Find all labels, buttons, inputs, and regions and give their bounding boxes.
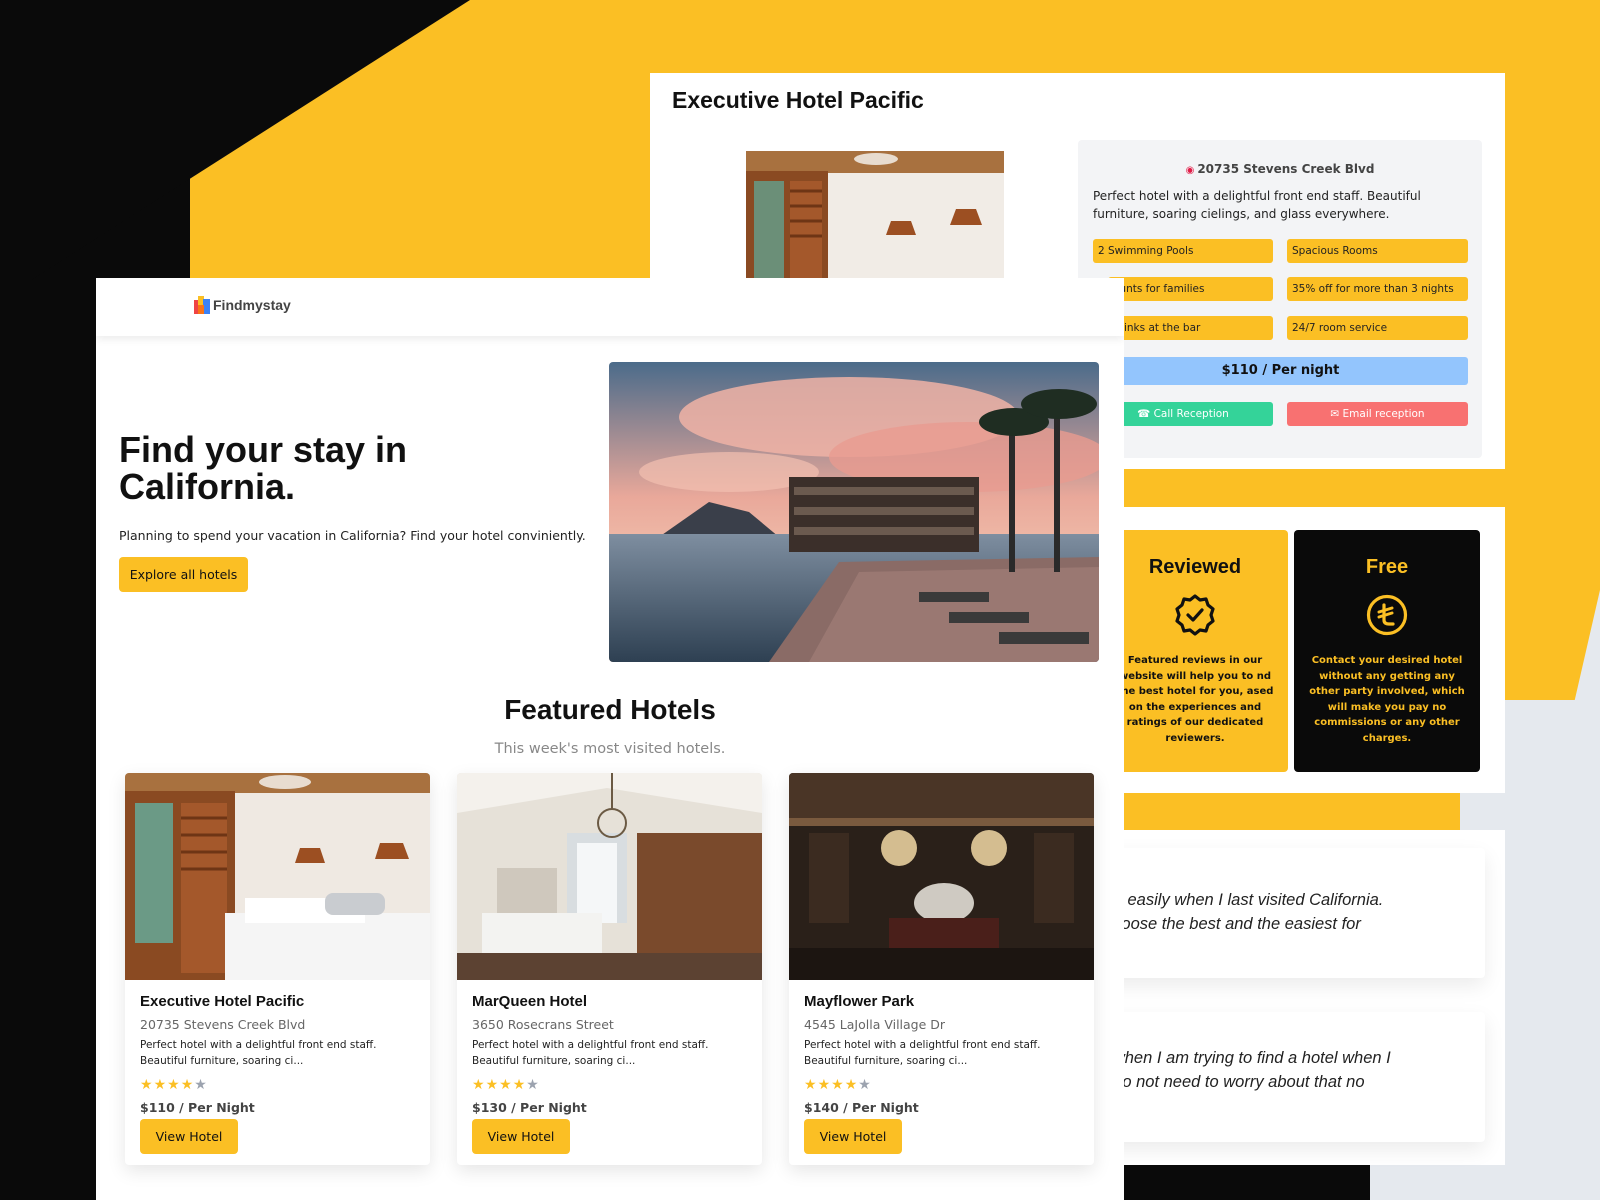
view-hotel-button[interactable]: View Hotel [804,1119,902,1154]
hotel-rating: ★★★★★ [140,1077,208,1093]
currency-badge-icon [1365,593,1409,637]
hotel-card-image [125,773,430,980]
decor-yellow-strip [1100,793,1378,829]
hotel-card: Mayflower Park 4545 LaJolla Village Dr P… [789,773,1094,1165]
call-reception-label: Call Reception [1153,408,1229,420]
background-black-bottom [1120,1165,1390,1200]
detail-price: $110 / Per night [1093,357,1468,385]
hotel-card: Executive Hotel Pacific 20735 Stevens Cr… [125,773,430,1165]
feature-card-reviewed: Reviewed Featured reviews in our website… [1102,530,1288,772]
star-filled-icon: ★ [153,1077,168,1093]
landing-page-window: Findmystay Find your stay in California.… [96,278,1124,1200]
testimonial-line: y when I am trying to find a hotel when … [1100,1049,1391,1067]
star-filled-icon: ★ [140,1077,154,1093]
amenity-tag: Spacious Rooms [1287,239,1468,263]
hotel-description: Perfect hotel with a delightful front en… [472,1039,709,1067]
top-navbar: Findmystay [96,278,1124,336]
email-reception-button[interactable]: ✉ Email reception [1287,402,1468,426]
hotel-name: Mayflower Park [804,993,915,1010]
envelope-icon: ✉ [1330,408,1343,420]
testimonial-text: ery easily when I last visited Californi… [1100,888,1485,936]
hotel-card: MarQueen Hotel 3650 Rosecrans Street Per… [457,773,762,1165]
star-filled-icon: ★ [512,1077,527,1093]
detail-address: ◉ 20735 Stevens Creek Blvd [1078,162,1482,176]
hotel-price: $130 / Per Night [472,1100,587,1115]
feature-text: Featured reviews in our website will hel… [1116,655,1274,744]
star-empty-icon: ★ [526,1077,540,1093]
phone-icon: ☎ [1137,408,1154,420]
star-empty-icon: ★ [194,1077,208,1093]
background-left-band [0,280,96,1200]
hotel-rating: ★★★★★ [472,1077,540,1093]
hero-title: Find your stay in California. [119,429,408,507]
explore-hotels-button[interactable]: Explore all hotels [119,557,248,592]
hotel-description: Perfect hotel with a delightful front en… [804,1039,1041,1067]
amenity-tag: 2 Swimming Pools [1093,239,1273,263]
features-panel: Reviewed Featured reviews in our website… [1100,507,1505,793]
view-hotel-button[interactable]: View Hotel [140,1119,238,1154]
testimonial-text: y when I am trying to find a hotel when … [1100,1046,1485,1094]
view-hotel-button[interactable]: View Hotel [472,1119,570,1154]
hotel-address: 3650 Rosecrans Street [472,1017,614,1032]
hotel-price: $110 / Per Night [140,1100,255,1115]
feature-title: Free [1365,556,1409,578]
hotel-rating: ★★★★★ [804,1077,872,1093]
testimonial-card: ery easily when I last visited Californi… [1100,848,1485,978]
hotel-name: MarQueen Hotel [472,993,588,1010]
star-filled-icon: ★ [831,1077,845,1093]
feature-card-free: Free Contact your desired hotel without … [1294,530,1480,772]
star-filled-icon: ★ [167,1077,181,1093]
feature-title: Reviewed [1148,556,1242,578]
logo-mark-icon [194,296,210,314]
brand-logo[interactable]: Findmystay [194,296,291,314]
star-filled-icon: ★ [485,1077,500,1093]
amenity-tag: 35% off for more than 3 nights [1287,277,1468,301]
detail-hotel-title: Executive Hotel Pacific [672,87,924,113]
hotel-name: Executive Hotel Pacific [140,993,305,1010]
featured-hotels-subtitle: This week's most visited hotels. [494,741,726,757]
featured-hotels-title: Featured Hotels [504,694,716,725]
testimonial-line: I do not need to worry about that no [1104,1073,1365,1091]
star-filled-icon: ★ [844,1077,859,1093]
hotel-card-image [789,773,1094,980]
hotel-address: 4545 LaJolla Village Dr [804,1017,946,1032]
hotel-description: Perfect hotel with a delightful front en… [140,1039,377,1067]
testimonial-line: choose the best and the easiest for [1104,915,1361,933]
amenity-tag: drinks at the bar [1108,316,1273,340]
detail-description: Perfect hotel with a delightful front en… [1093,189,1421,221]
hotel-price: $140 / Per Night [804,1100,919,1115]
location-pin-icon: ◉ [1185,165,1195,176]
testimonial-card: y when I am trying to find a hotel when … [1100,1012,1485,1142]
email-reception-label: Email reception [1342,408,1425,420]
feature-text: Contact your desired hotel without any g… [1309,655,1465,744]
badge-check-icon [1173,593,1217,637]
background-black-triangle [0,0,470,300]
hero-resort-image [609,362,1099,662]
star-filled-icon: ★ [499,1077,513,1093]
detail-address-text: 20735 Stevens Creek Blvd [1197,162,1375,176]
hotel-card-image [457,773,762,980]
amenity-tag: 24/7 room service [1287,316,1468,340]
detail-info-card: ◉ 20735 Stevens Creek Blvd Perfect hotel … [1078,140,1482,458]
background-gray-bottom [1370,1165,1600,1200]
testimonial-line: ery easily when I last visited Californi… [1100,891,1384,909]
testimonials-panel: ery easily when I last visited Californi… [1100,830,1505,1165]
star-filled-icon: ★ [817,1077,832,1093]
star-filled-icon: ★ [804,1077,818,1093]
hero-subtitle: Planning to spend your vacation in Calif… [119,528,586,543]
brand-name: Findmystay [213,297,291,313]
hotel-address: 20735 Stevens Creek Blvd [140,1017,306,1032]
star-filled-icon: ★ [180,1077,195,1093]
star-empty-icon: ★ [858,1077,872,1093]
amenity-tag: ounts for families [1108,277,1273,301]
star-filled-icon: ★ [472,1077,486,1093]
